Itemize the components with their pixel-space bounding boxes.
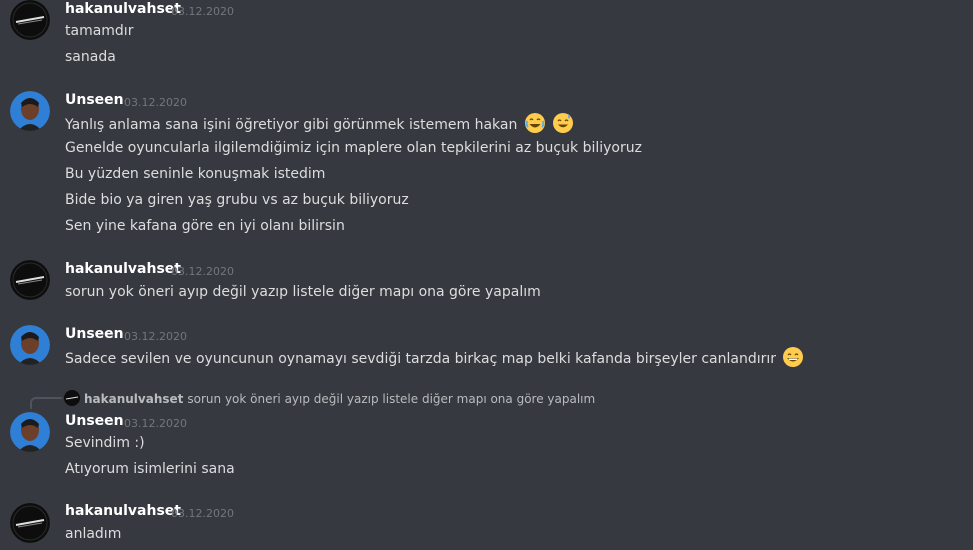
message-text: Sen yine kafana göre en iyi olanı bilirs… — [65, 218, 345, 234]
user-photo-avatar[interactable] — [10, 325, 50, 365]
username[interactable]: Unseen — [65, 326, 124, 342]
username[interactable]: hakanulvahset — [65, 1, 181, 17]
timestamp: 03.12.2020 — [171, 265, 234, 278]
timestamp: 03.12.2020 — [124, 417, 187, 430]
joy-emoji[interactable] — [524, 112, 546, 134]
message-text: anladım — [65, 526, 122, 542]
timestamp: 03.12.2020 — [124, 96, 187, 109]
user-photo-avatar[interactable] — [10, 91, 50, 131]
gezeli-logo-avatar[interactable] — [10, 503, 50, 543]
gezeli-logo-avatar[interactable] — [10, 260, 50, 300]
message-text: Atıyorum isimlerini sana — [65, 461, 235, 477]
message-text: Bide bio ya giren yaş grubu vs az buçuk … — [65, 192, 409, 208]
message-text: Yanlış anlama sana işini öğretiyor gibi … — [65, 112, 574, 135]
message-text-content: Yanlış anlama sana işini öğretiyor gibi … — [65, 117, 518, 133]
timestamp: 03.12.2020 — [171, 507, 234, 520]
username[interactable]: hakanulvahset — [65, 503, 181, 519]
message-text: Genelde oyuncularla ilgilemdiğimiz için … — [65, 140, 642, 156]
reply-connector — [30, 397, 62, 409]
username[interactable]: hakanulvahset — [65, 261, 181, 277]
message-text: sorun yok öneri ayıp değil yazıp listele… — [65, 284, 541, 300]
username[interactable]: Unseen — [65, 413, 124, 429]
reply-text[interactable]: sorun yok öneri ayıp değil yazıp listele… — [187, 392, 595, 406]
gezeli-logo-avatar[interactable] — [10, 0, 50, 40]
user-photo-avatar[interactable] — [10, 412, 50, 452]
message-text: sanada — [65, 49, 116, 65]
reply-username[interactable]: hakanulvahset — [84, 392, 183, 406]
grin-emoji[interactable] — [782, 346, 804, 368]
gezeli-logo-avatar — [64, 390, 80, 406]
reply-reference[interactable]: hakanulvahset sorun yok öneri ayıp değil … — [64, 390, 595, 407]
timestamp: 03.12.2020 — [124, 330, 187, 343]
sweat-smile-emoji[interactable] — [552, 112, 574, 134]
message-text: Bu yüzden seninle konuşmak istedim — [65, 166, 326, 182]
message-text: Sadece sevilen ve oyuncunun oynamayı sev… — [65, 346, 804, 369]
message-text: tamamdır — [65, 23, 134, 39]
timestamp: 03.12.2020 — [171, 5, 234, 18]
username[interactable]: Unseen — [65, 92, 124, 108]
message-text-content: Sadece sevilen ve oyuncunun oynamayı sev… — [65, 351, 776, 367]
message-text: Sevindim :) — [65, 435, 145, 451]
